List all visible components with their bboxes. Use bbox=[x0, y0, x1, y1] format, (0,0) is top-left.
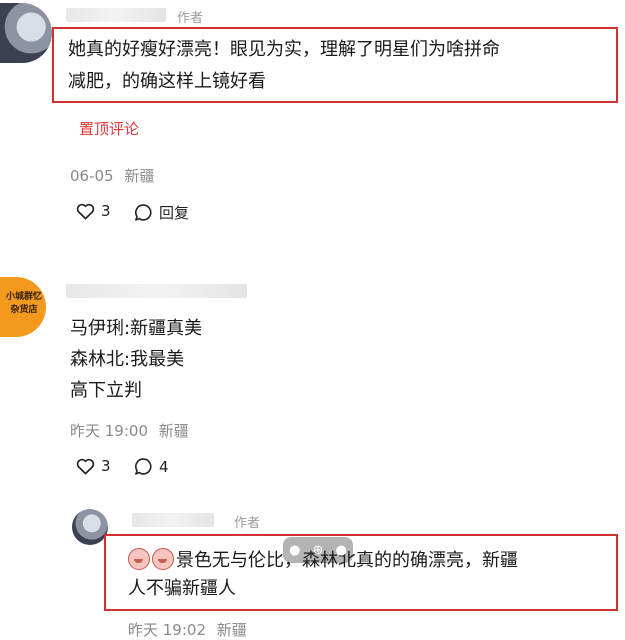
pinned-comment-tag: 置顶评论 bbox=[79, 120, 140, 138]
overlay-dot-icon: ● bbox=[289, 542, 301, 558]
avatar[interactable]: 小城群忆 杂货店 bbox=[0, 277, 46, 337]
avatar-shop-name: 小城群忆 杂货店 bbox=[2, 291, 46, 317]
emoji-icon bbox=[128, 548, 150, 570]
username-blurred[interactable] bbox=[66, 8, 166, 22]
avatar-text-line: 杂货店 bbox=[10, 305, 38, 315]
comment-meta: 昨天 19:02 新疆 bbox=[128, 619, 247, 640]
heart-icon bbox=[76, 458, 95, 474]
username-blurred[interactable] bbox=[132, 513, 214, 527]
emoji-icon bbox=[152, 548, 174, 570]
comment-text-line: 高下立判 bbox=[70, 380, 142, 401]
like-button[interactable]: 3 bbox=[76, 202, 111, 220]
comment-meta: 06-05 新疆 bbox=[70, 165, 154, 186]
comment-bubble-icon bbox=[135, 458, 152, 475]
like-count: 3 bbox=[101, 457, 111, 475]
comment-location: 新疆 bbox=[124, 167, 155, 185]
comment-highlight-box: 她真的好瘦好漂亮！眼见为实，理解了明星们为啥拼命 减肥，的确这样上镜好看 bbox=[52, 27, 618, 103]
comment-location: 新疆 bbox=[158, 422, 189, 440]
zoom-icon: ⊕ bbox=[312, 542, 324, 558]
comment-date: 06-05 bbox=[70, 167, 114, 185]
avatar[interactable] bbox=[72, 509, 108, 545]
comment-text-line: 森林北:我最美 bbox=[70, 349, 185, 370]
author-tag: 作者 bbox=[234, 516, 261, 531]
heart-icon bbox=[76, 203, 95, 219]
like-button[interactable]: 3 bbox=[76, 457, 111, 475]
comment-text-line: 人不骗新疆人 bbox=[128, 578, 236, 599]
reply-button[interactable]: 4 bbox=[134, 457, 169, 476]
reply-label: 回复 bbox=[159, 204, 190, 222]
like-count: 3 bbox=[101, 202, 111, 220]
comment-bubble-icon bbox=[135, 204, 152, 221]
comment-text-line: 减肥，的确这样上镜好看 bbox=[68, 71, 266, 92]
comment-meta: 昨天 19:00 新疆 bbox=[70, 420, 189, 441]
comment-highlight-box: 景色无与伦比，森林北真的的确漂亮，新疆 人不骗新疆人 bbox=[104, 534, 618, 611]
avatar[interactable] bbox=[0, 3, 52, 63]
reply-count: 4 bbox=[159, 457, 169, 476]
comment-text-line: 马伊琍:新疆真美 bbox=[70, 318, 203, 339]
comment-text-line: 她真的好瘦好漂亮！眼见为实，理解了明星们为啥拼命 bbox=[68, 39, 500, 60]
overlay-dot-icon: ● bbox=[335, 542, 347, 558]
author-tag: 作者 bbox=[177, 11, 204, 26]
reply-button[interactable]: 回复 bbox=[134, 202, 189, 223]
comment-location: 新疆 bbox=[216, 621, 247, 639]
comment-date: 昨天 19:02 bbox=[128, 621, 206, 639]
comment-date: 昨天 19:00 bbox=[70, 422, 148, 440]
username-blurred[interactable] bbox=[66, 284, 247, 298]
video-player-overlay[interactable]: ● ⊕ ● bbox=[283, 537, 353, 563]
avatar-text-line: 小城群忆 bbox=[5, 292, 42, 302]
